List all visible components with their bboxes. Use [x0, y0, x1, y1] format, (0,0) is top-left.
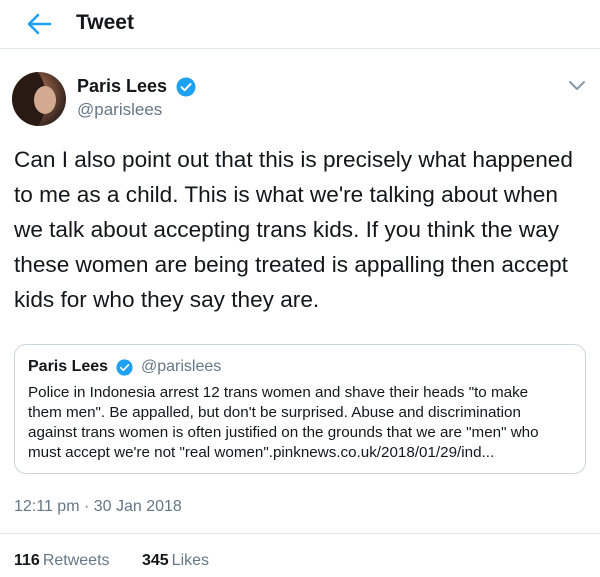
- top-bar: Tweet: [0, 0, 600, 49]
- avatar-face: [34, 86, 56, 114]
- likes-label: Likes: [171, 552, 210, 569]
- page-title: Tweet: [76, 11, 134, 34]
- retweets-stat[interactable]: 116 Retweets: [14, 552, 110, 570]
- quoted-author-handle: @parislees: [140, 358, 222, 375]
- quoted-tweet-text: Police in Indonesia arrest 12 trans wome…: [28, 384, 539, 461]
- divider: [0, 533, 600, 534]
- quoted-author-name: Paris Lees: [28, 358, 109, 375]
- retweets-label: Retweets: [42, 552, 110, 569]
- verified-badge-icon: [176, 77, 196, 96]
- author-handle[interactable]: @parislees: [77, 100, 162, 120]
- retweets-count: 116: [14, 552, 40, 569]
- tweet-timestamp: 12:11 pm · 30 Jan 2018: [14, 498, 182, 515]
- quoted-tweet[interactable]: Paris Lees @parislees Police in Indonesi…: [14, 344, 586, 474]
- chevron-down-icon[interactable]: [568, 78, 586, 92]
- verified-badge-icon: [115, 358, 133, 376]
- author-name[interactable]: Paris Lees: [77, 76, 167, 97]
- tweet-stats: 116 Retweets 345 Likes: [14, 552, 237, 570]
- back-arrow-icon[interactable]: [26, 12, 52, 36]
- likes-stat[interactable]: 345 Likes: [142, 552, 209, 570]
- quoted-tweet-header: Paris Lees @parislees: [28, 358, 221, 376]
- author-name-row: Paris Lees: [77, 76, 196, 97]
- likes-count: 345: [141, 552, 169, 569]
- tweet-text: Can I also point out that this is precis…: [14, 147, 573, 312]
- avatar[interactable]: [12, 72, 66, 126]
